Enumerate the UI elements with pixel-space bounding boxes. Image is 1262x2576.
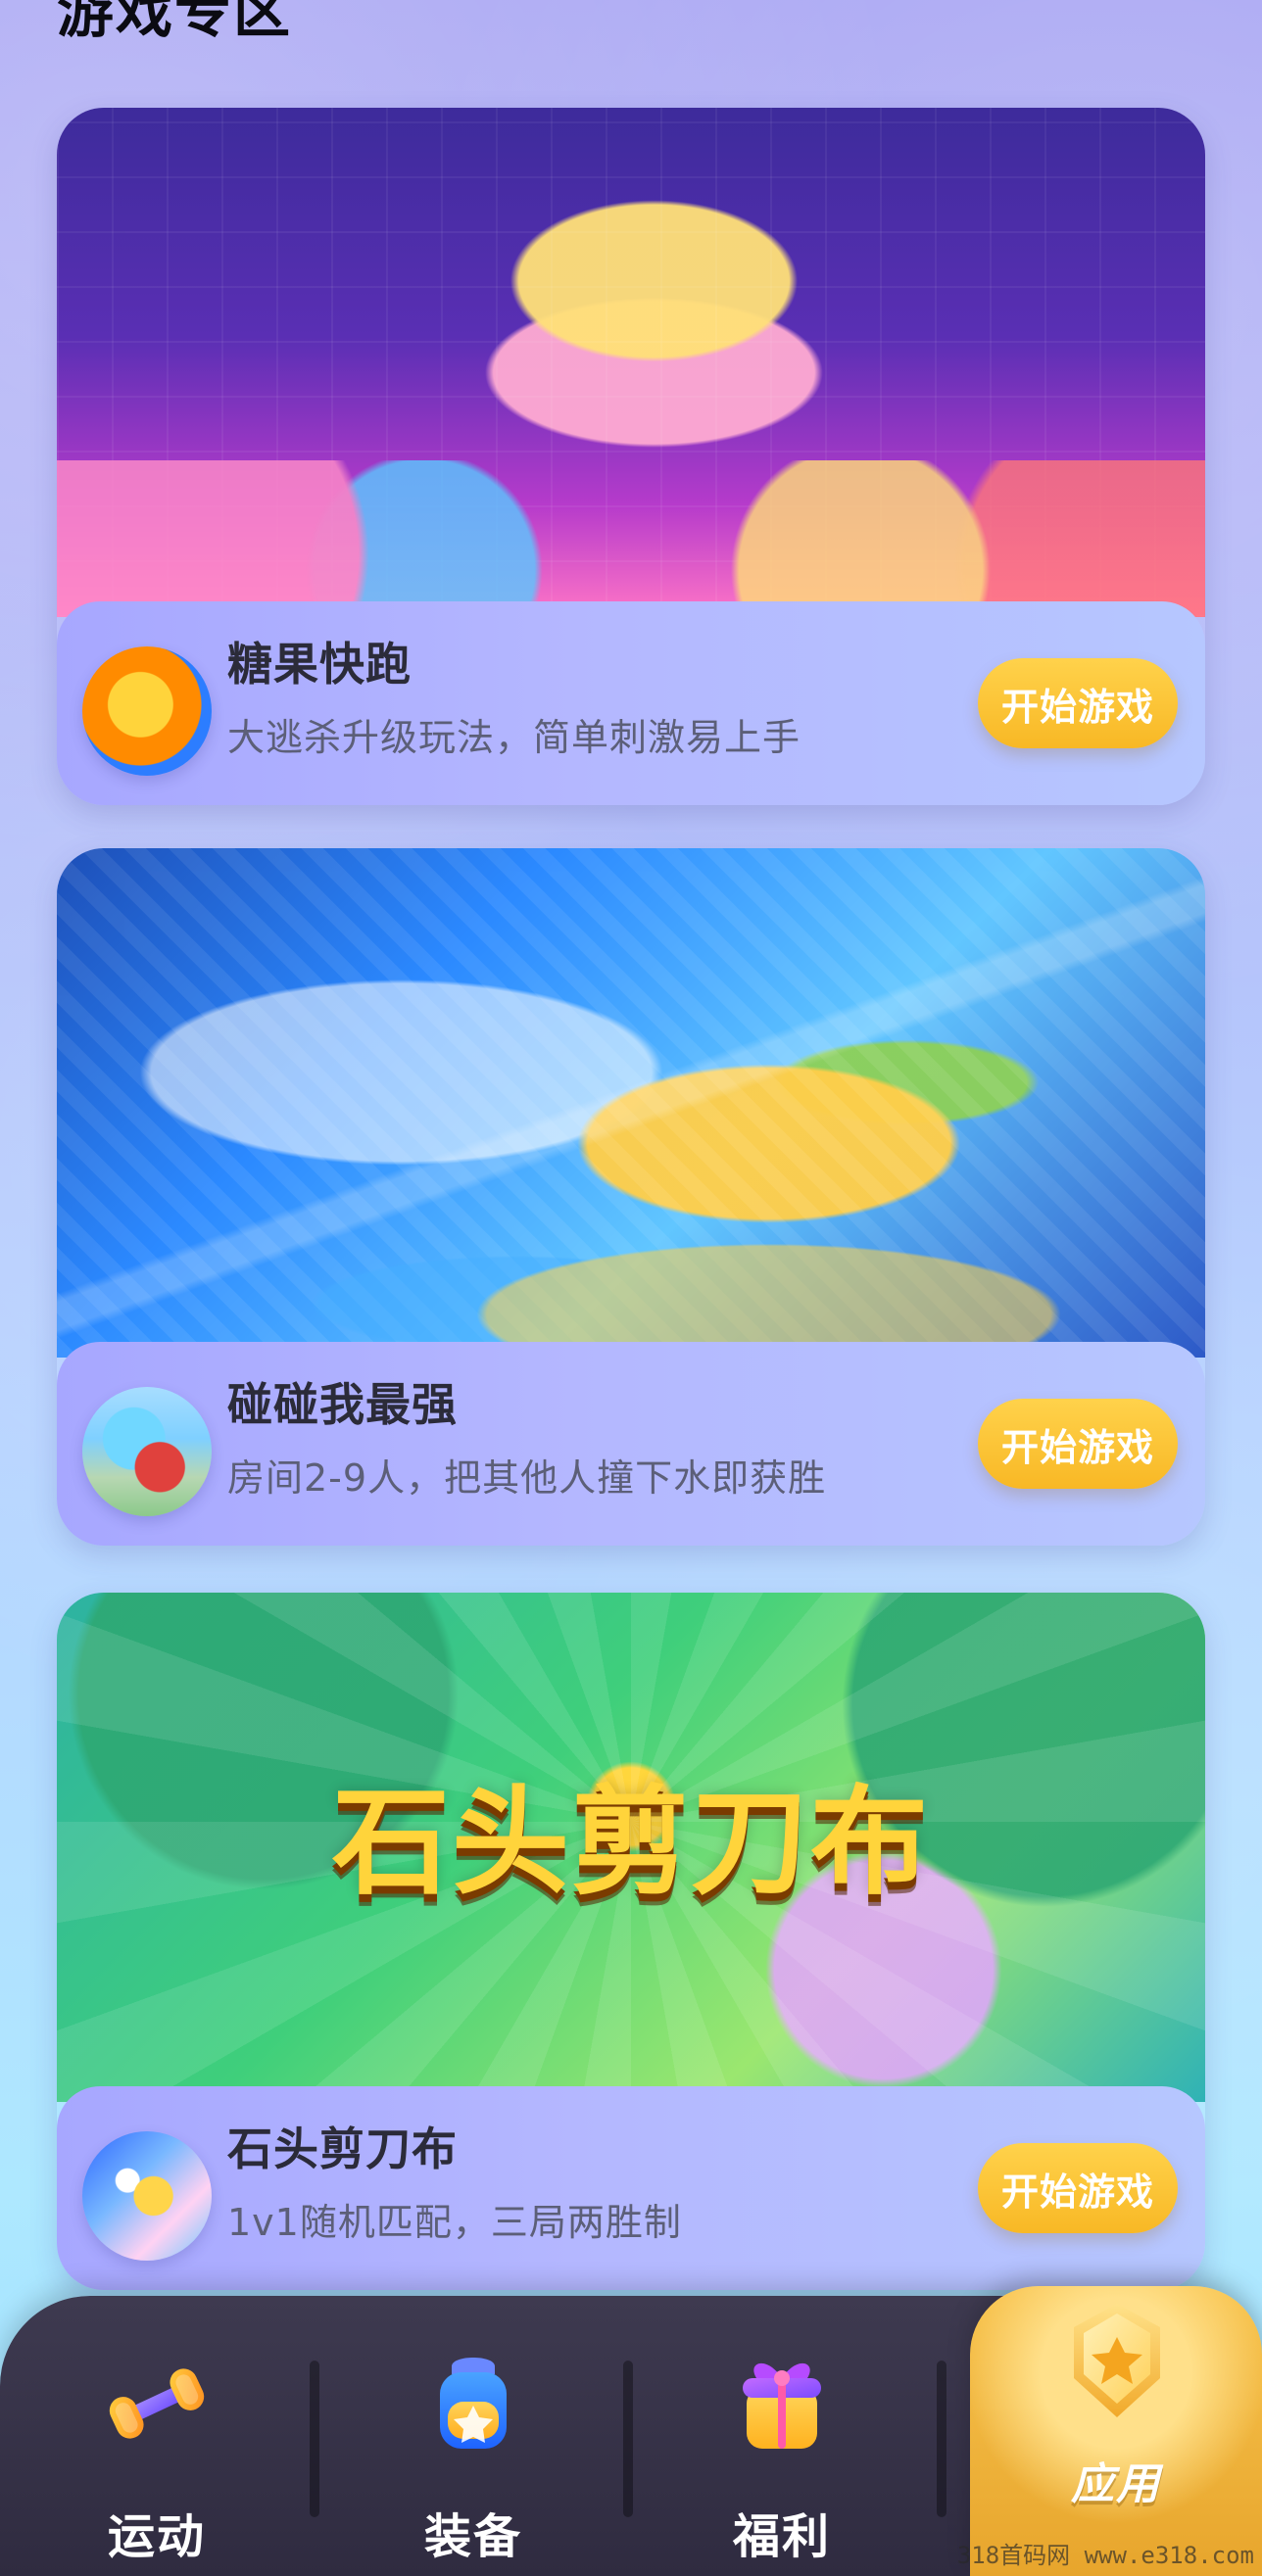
banner-title: 石头剪刀布 — [332, 1775, 930, 1912]
nav-item-exercise[interactable]: 运动 — [10, 2345, 304, 2576]
game-card[interactable]: 石头剪刀布 石头剪刀布 1v1随机匹配，三局两胜制 开始游戏 — [57, 1593, 1205, 2290]
nav-label-welfare: 福利 — [732, 2509, 831, 2564]
gift-box-icon — [723, 2345, 841, 2462]
backpack-icon — [414, 2345, 532, 2462]
game-description: 1v1随机匹配，三局两胜制 — [227, 2201, 682, 2244]
game-icon[interactable] — [82, 646, 212, 776]
start-game-button[interactable]: 开始游戏 — [978, 1399, 1178, 1489]
star-badge-icon — [1052, 2296, 1182, 2425]
game-description: 房间2-9人，把其他人撞下水即获胜 — [227, 1456, 827, 1500]
game-banner-image[interactable]: 石头剪刀布 — [57, 1593, 1205, 2102]
game-icon[interactable] — [82, 1387, 212, 1516]
nav-label-equipment: 装备 — [423, 2509, 522, 2564]
nav-label-exercise: 运动 — [107, 2509, 206, 2564]
nav-item-welfare[interactable]: 福利 — [635, 2345, 929, 2576]
game-card[interactable]: 碰碰我最强 房间2-9人，把其他人撞下水即获胜 开始游戏 — [57, 848, 1205, 1546]
game-banner-image[interactable] — [57, 108, 1205, 617]
game-info-panel: 石头剪刀布 1v1随机匹配，三局两胜制 开始游戏 — [57, 2086, 1205, 2290]
game-info-panel: 碰碰我最强 房间2-9人，把其他人撞下水即获胜 开始游戏 — [57, 1342, 1205, 1546]
nav-label-app: 应用 — [1071, 2459, 1161, 2509]
nav-divider — [623, 2361, 633, 2517]
watermark-text: 318首码网 www.e318.com — [956, 2542, 1254, 2569]
nav-item-app-active[interactable]: 应用 — [970, 2286, 1262, 2576]
game-title: 碰碰我最强 — [227, 1378, 458, 1431]
nav-divider — [310, 2361, 319, 2517]
start-game-button[interactable]: 开始游戏 — [978, 658, 1178, 748]
game-title: 糖果快跑 — [227, 638, 412, 691]
game-title: 石头剪刀布 — [227, 2123, 458, 2175]
game-card[interactable]: 糖果快跑 大逃杀升级玩法，简单刺激易上手 开始游戏 — [57, 108, 1205, 805]
section-title: 游戏专区 — [57, 0, 293, 41]
dumbbell-icon — [98, 2345, 216, 2462]
game-icon[interactable] — [82, 2131, 212, 2261]
nav-divider — [937, 2361, 946, 2517]
game-description: 大逃杀升级玩法，简单刺激易上手 — [227, 716, 801, 759]
game-banner-image[interactable] — [57, 848, 1205, 1358]
game-info-panel: 糖果快跑 大逃杀升级玩法，简单刺激易上手 开始游戏 — [57, 601, 1205, 805]
start-game-button[interactable]: 开始游戏 — [978, 2143, 1178, 2233]
nav-item-equipment[interactable]: 装备 — [326, 2345, 620, 2576]
